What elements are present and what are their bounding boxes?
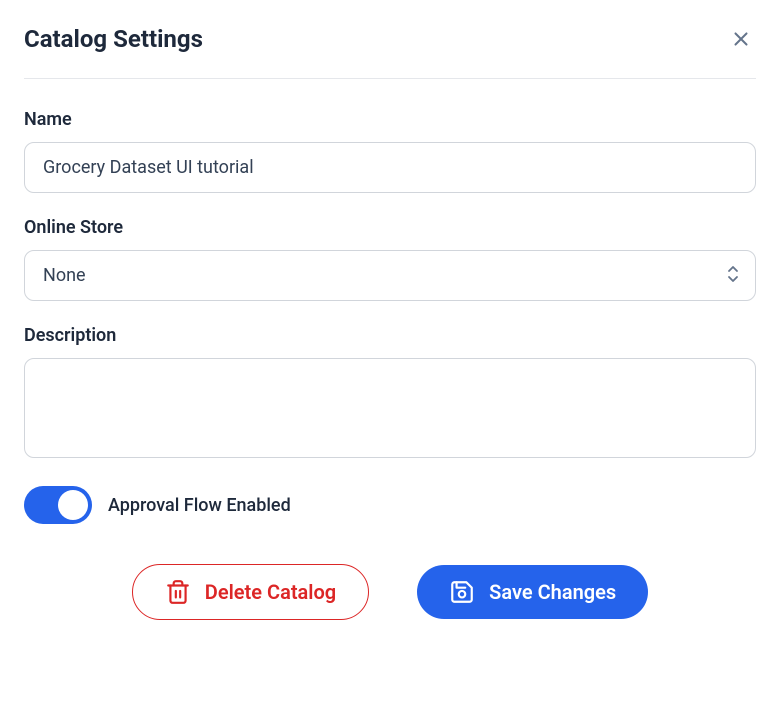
approval-flow-label: Approval Flow Enabled (108, 495, 291, 516)
description-input[interactable] (24, 358, 756, 458)
name-input[interactable] (24, 142, 756, 193)
save-changes-button[interactable]: Save Changes (417, 565, 648, 619)
save-icon (449, 579, 475, 605)
dialog-title: Catalog Settings (24, 25, 203, 53)
close-button[interactable] (726, 24, 756, 54)
name-label: Name (24, 109, 756, 130)
online-store-select-wrapper: None (24, 250, 756, 301)
description-label: Description (24, 325, 756, 346)
close-icon (730, 28, 752, 50)
approval-flow-row: Approval Flow Enabled (24, 486, 756, 524)
save-button-label: Save Changes (489, 580, 616, 604)
delete-button-label: Delete Catalog (205, 580, 336, 604)
trash-icon (165, 579, 191, 605)
toggle-knob (58, 490, 88, 520)
name-field-group: Name (24, 109, 756, 193)
delete-catalog-button[interactable]: Delete Catalog (132, 564, 369, 620)
online-store-value: None (43, 265, 86, 286)
dialog-header: Catalog Settings (24, 24, 756, 78)
online-store-field-group: Online Store None (24, 217, 756, 301)
header-divider (24, 78, 756, 79)
action-buttons: Delete Catalog Save Changes (24, 564, 756, 620)
online-store-select[interactable]: None (24, 250, 756, 301)
description-field-group: Description (24, 325, 756, 462)
online-store-label: Online Store (24, 217, 756, 238)
approval-flow-toggle[interactable] (24, 486, 92, 524)
